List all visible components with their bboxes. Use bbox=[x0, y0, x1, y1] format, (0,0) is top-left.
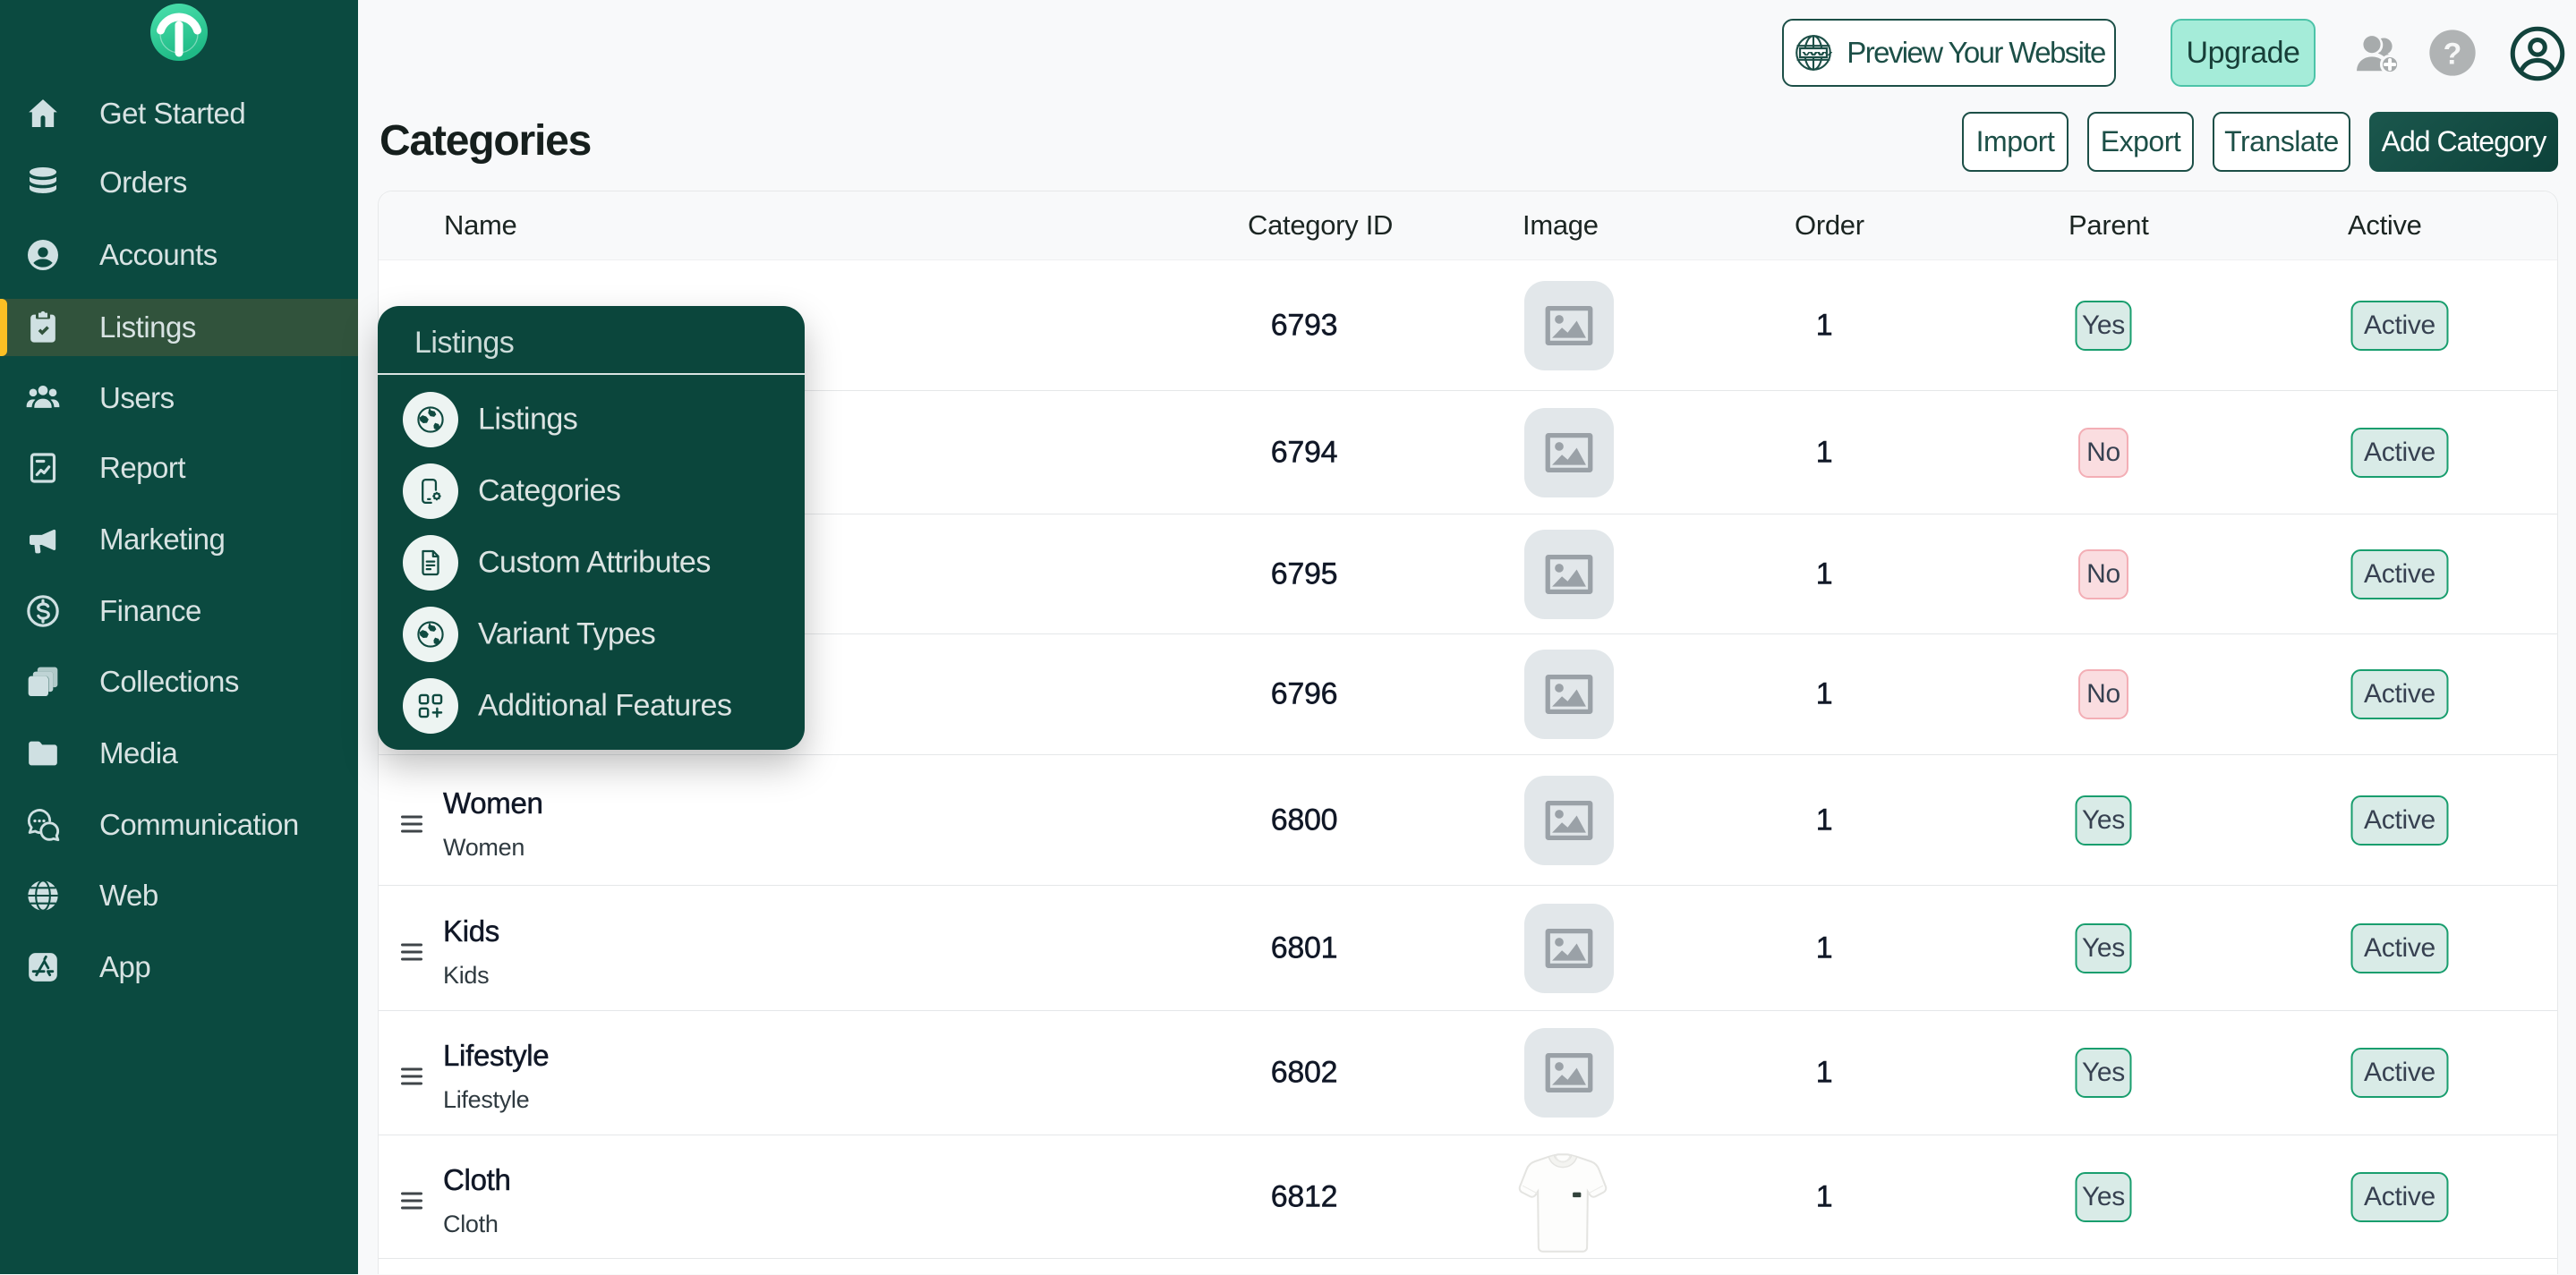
svg-text:?: ? bbox=[2444, 37, 2462, 71]
